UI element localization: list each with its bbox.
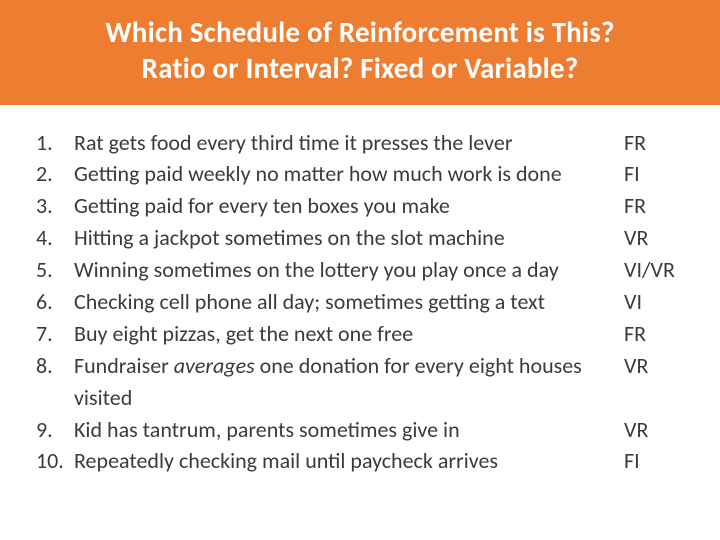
question-list: 1. Rat gets food every third time it pre…: [0, 105, 720, 478]
item-text: Hitting a jackpot sometimes on the slot …: [74, 222, 624, 254]
list-item: 10. Repeatedly checking mail until paych…: [30, 445, 690, 477]
list-item: 7. Buy eight pizzas, get the next one fr…: [30, 318, 690, 350]
list-item: 9. Kid has tantrum, parents sometimes gi…: [30, 414, 690, 446]
item-text: Getting paid weekly no matter how much w…: [74, 158, 624, 190]
item-text: Rat gets food every third time it presse…: [74, 127, 624, 159]
item-number: 4.: [30, 222, 74, 254]
list-item: 1. Rat gets food every third time it pre…: [30, 127, 690, 159]
item-answer: FR: [624, 318, 690, 350]
list-item-wrap: visited: [30, 382, 690, 414]
item-number: 7.: [30, 318, 74, 350]
item-answer: VI: [624, 286, 690, 318]
slide-header: Which Schedule of Reinforcement is This?…: [0, 0, 720, 105]
list-item: 3. Getting paid for every ten boxes you …: [30, 190, 690, 222]
item-answer: VR: [624, 350, 690, 382]
item-text-post: one donation for every eight houses: [255, 352, 582, 379]
list-item: 6. Checking cell phone all day; sometime…: [30, 286, 690, 318]
item-number: 6.: [30, 286, 74, 318]
item-text: Checking cell phone all day; sometimes g…: [74, 286, 624, 318]
item-answer: VI/VR: [624, 254, 690, 286]
item-text: Fundraiser averages one donation for eve…: [74, 350, 624, 382]
item-text: Kid has tantrum, parents sometimes give …: [74, 414, 624, 446]
title-line-2: Ratio or Interval? Fixed or Variable?: [20, 50, 700, 86]
item-text: Buy eight pizzas, get the next one free: [74, 318, 624, 350]
item-text-em: averages: [174, 352, 255, 379]
item-answer: FR: [624, 127, 690, 159]
item-number: 9.: [30, 414, 74, 446]
item-text: Getting paid for every ten boxes you mak…: [74, 190, 624, 222]
item-answer: FI: [624, 445, 690, 477]
item-answer: FR: [624, 190, 690, 222]
list-item: 2. Getting paid weekly no matter how muc…: [30, 158, 690, 190]
item-text: Winning sometimes on the lottery you pla…: [74, 254, 624, 286]
item-answer: VR: [624, 222, 690, 254]
item-number: 1.: [30, 127, 74, 159]
item-text-wrap: visited: [74, 382, 624, 414]
item-text-pre: Fundraiser: [74, 352, 174, 379]
item-number: 3.: [30, 190, 74, 222]
item-answer: VR: [624, 414, 690, 446]
list-item: 4. Hitting a jackpot sometimes on the sl…: [30, 222, 690, 254]
item-text: Repeatedly checking mail until paycheck …: [74, 445, 624, 477]
item-answer: FI: [624, 158, 690, 190]
item-number: 2.: [30, 158, 74, 190]
list-item: 5. Winning sometimes on the lottery you …: [30, 254, 690, 286]
list-item: 8. Fundraiser averages one donation for …: [30, 350, 690, 382]
item-number: 8.: [30, 350, 74, 382]
title-line-1: Which Schedule of Reinforcement is This?: [20, 14, 700, 50]
item-number: 10.: [30, 445, 74, 477]
item-number: 5.: [30, 254, 74, 286]
